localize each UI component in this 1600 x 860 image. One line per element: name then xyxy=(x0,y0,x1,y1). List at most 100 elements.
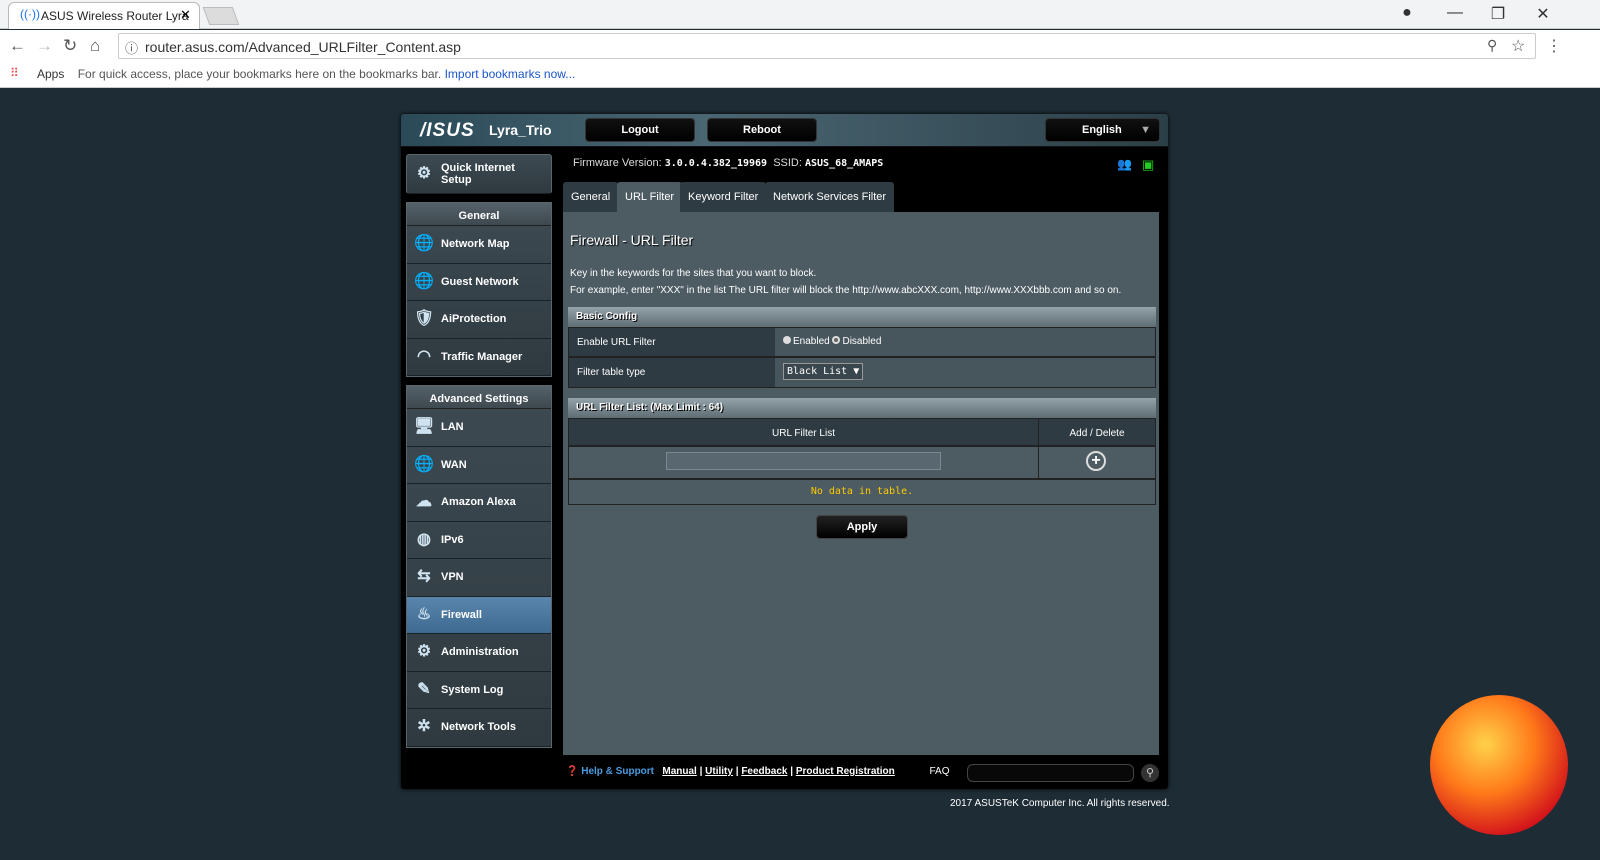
restore-button[interactable]: ❐ xyxy=(1483,4,1513,24)
sidebar-item-traffic-manager[interactable]: ◠ Traffic Manager xyxy=(407,339,551,376)
search-icon[interactable]: ⚲ xyxy=(1141,764,1159,782)
fw-label: Firmware Version: xyxy=(573,157,662,169)
globe-icon: 🌐 xyxy=(414,455,434,473)
tab-keyword-filter[interactable]: Keyword Filter xyxy=(680,182,767,212)
vpn-icon: ⇆ xyxy=(417,568,431,586)
utility-link[interactable]: Utility xyxy=(705,766,733,777)
url-text: router.asus.com/Advanced_URLFilter_Conte… xyxy=(145,39,461,55)
sidebar-item-administration[interactable]: ⚙ Administration xyxy=(407,634,551,672)
gear-icon: ⚙ xyxy=(416,643,432,661)
clients-icon[interactable]: 👥 xyxy=(1117,157,1132,171)
sidebar-item-wan[interactable]: 🌐 WAN xyxy=(407,447,551,484)
enable-label: Enable URL Filter xyxy=(569,328,775,356)
manual-link[interactable]: Manual xyxy=(662,766,696,777)
radio-enabled[interactable] xyxy=(783,336,791,344)
import-bookmarks-link[interactable]: Import bookmarks now... xyxy=(445,67,576,81)
feedback-link[interactable]: Feedback xyxy=(741,766,787,777)
log-icon: ✎ xyxy=(417,680,431,698)
description-line-2: For example, enter "XXX" in the list The… xyxy=(570,285,1122,296)
language-select[interactable]: English ▼ xyxy=(1045,118,1160,142)
filter-type-select[interactable]: Black List ▼ xyxy=(783,363,864,380)
product-registration-link[interactable]: Product Registration xyxy=(796,766,895,777)
sidebar-item-label: LAN xyxy=(441,421,464,434)
profile-icon[interactable]: ● xyxy=(1392,4,1422,22)
forward-icon[interactable]: → xyxy=(36,36,53,56)
sidebar-item-quick-internet-setup[interactable]: ⚙ Quick Internet Setup xyxy=(406,154,552,194)
zoom-icon[interactable]: ⚲ xyxy=(1487,37,1497,54)
ssid-label: SSID: xyxy=(773,157,802,169)
sidebar-item-network-map[interactable]: 🌐 Network Map xyxy=(407,226,551,264)
add-icon[interactable]: + xyxy=(1086,451,1106,471)
sidebar-item-label: Network Map xyxy=(441,238,510,251)
enabled-label: Enabled xyxy=(793,336,830,347)
apps-link[interactable]: Apps xyxy=(37,67,64,81)
sidebar-advanced: Advanced Settings 🖥 LAN 🌐 WAN ☁ Amazon Alexa ◍… xyxy=(406,385,552,748)
model-name: Lyra_Trio xyxy=(489,122,552,138)
minimize-button[interactable]: — xyxy=(1440,4,1470,22)
faq-search-input[interactable] xyxy=(967,764,1134,782)
footer-links: ❓ Help & Support Manual | Utility | Feed… xyxy=(566,766,950,777)
sidebar-item-label: System Log xyxy=(441,683,504,696)
basic-config-header: Basic Config xyxy=(568,307,1156,327)
sidebar-item-label: Network Tools xyxy=(441,721,516,734)
sidebar-item-label: WAN xyxy=(441,458,467,471)
reload-icon[interactable]: ↻ xyxy=(63,36,77,56)
sidebar-item-label: Firewall xyxy=(441,608,482,621)
sidebar-item-firewall[interactable]: ♨ Firewall xyxy=(407,596,551,634)
advanced-header: Advanced Settings xyxy=(407,386,551,409)
logout-button[interactable]: Logout xyxy=(585,118,695,142)
wizard-gear-icon: ⚙ xyxy=(416,165,432,182)
faq-label: FAQ xyxy=(929,766,950,777)
menu-icon[interactable]: ⋮ xyxy=(1546,36,1562,56)
gauge-icon: ◠ xyxy=(417,347,431,365)
description-line-1: Key in the keywords for the sites that y… xyxy=(570,268,817,279)
sidebar-item-label: IPv6 xyxy=(441,533,464,546)
usb-status-icon[interactable]: ▣ xyxy=(1142,157,1154,173)
page-title: Firewall - URL Filter xyxy=(570,232,694,248)
apps-icon: ⠿ xyxy=(10,66,19,80)
back-icon[interactable]: ← xyxy=(9,36,26,56)
sidebar-item-label: Amazon Alexa xyxy=(441,496,516,509)
bookmarks-hint: For quick access, place your bookmarks h… xyxy=(77,67,442,81)
sidebar-item-label: AiProtection xyxy=(441,313,507,326)
col-add-delete: Add / Delete xyxy=(1039,419,1155,445)
bookmarks-bar: Apps For quick access, place your bookma… xyxy=(0,62,1600,88)
list-column-header: URL Filter List Add / Delete xyxy=(568,418,1156,446)
sidebar-item-vpn[interactable]: ⇆ VPN xyxy=(407,559,551,597)
tab-general[interactable]: General xyxy=(563,182,619,212)
wifi-icon: ((·)) xyxy=(20,7,40,21)
sidebar-item-guest-network[interactable]: 🌐 Guest Network xyxy=(407,264,551,301)
star-icon[interactable]: ☆ xyxy=(1511,36,1525,56)
ssid-value: ASUS_68_AMAPS xyxy=(804,158,884,169)
radio-disabled[interactable] xyxy=(832,336,841,344)
home-icon[interactable]: ⌂ xyxy=(90,36,100,56)
asus-logo[interactable]: /ISUS xyxy=(420,120,475,142)
sidebar-item-network-tools[interactable]: ✲ Network Tools xyxy=(407,709,551,747)
close-tab-icon[interactable]: ✕ xyxy=(180,7,191,23)
tab-network-services-filter[interactable]: Network Services Filter xyxy=(765,182,895,212)
help-icon: ❓ xyxy=(566,766,579,777)
url-input[interactable] xyxy=(666,452,941,470)
chevron-down-icon: ▼ xyxy=(1140,124,1151,136)
apply-button[interactable]: Apply xyxy=(816,515,908,539)
tools-icon: ✲ xyxy=(417,718,431,736)
firmware-status: Firmware Version: 3.0.0.4.382_19969 SSID… xyxy=(573,157,883,169)
sidebar-item-amazon-alexa[interactable]: ☁ Amazon Alexa xyxy=(407,484,551,522)
sidebar-item-label: VPN xyxy=(441,571,464,584)
close-window-button[interactable]: ✕ xyxy=(1528,4,1558,24)
address-bar[interactable]: router.asus.com/Advanced_URLFilter_Conte… xyxy=(118,33,1536,59)
sidebar-general: General 🌐 Network Map 🌐 Guest Network 🛡 AiPro… xyxy=(406,202,552,377)
language-value: English xyxy=(1082,124,1122,136)
sidebar-item-lan[interactable]: 🖥 LAN xyxy=(407,409,551,447)
new-tab-button[interactable] xyxy=(202,7,240,25)
reboot-button[interactable]: Reboot xyxy=(707,118,817,142)
tab-url-filter[interactable]: URL Filter xyxy=(617,182,683,212)
info-icon[interactable]: ⓘ xyxy=(125,38,138,57)
sidebar-item-system-log[interactable]: ✎ System Log xyxy=(407,672,551,709)
disabled-label: Disabled xyxy=(842,336,882,347)
globe-icon: 🌐 xyxy=(414,235,434,253)
copyright: 2017 ASUSTeK Computer Inc. All rights re… xyxy=(950,798,1170,809)
sidebar-item-ipv6[interactable]: ◍ IPv6 xyxy=(407,522,551,559)
sidebar-item-aiprotection[interactable]: 🛡 AiProtection xyxy=(407,301,551,339)
fw-value[interactable]: 3.0.0.4.382_19969 xyxy=(665,158,767,169)
